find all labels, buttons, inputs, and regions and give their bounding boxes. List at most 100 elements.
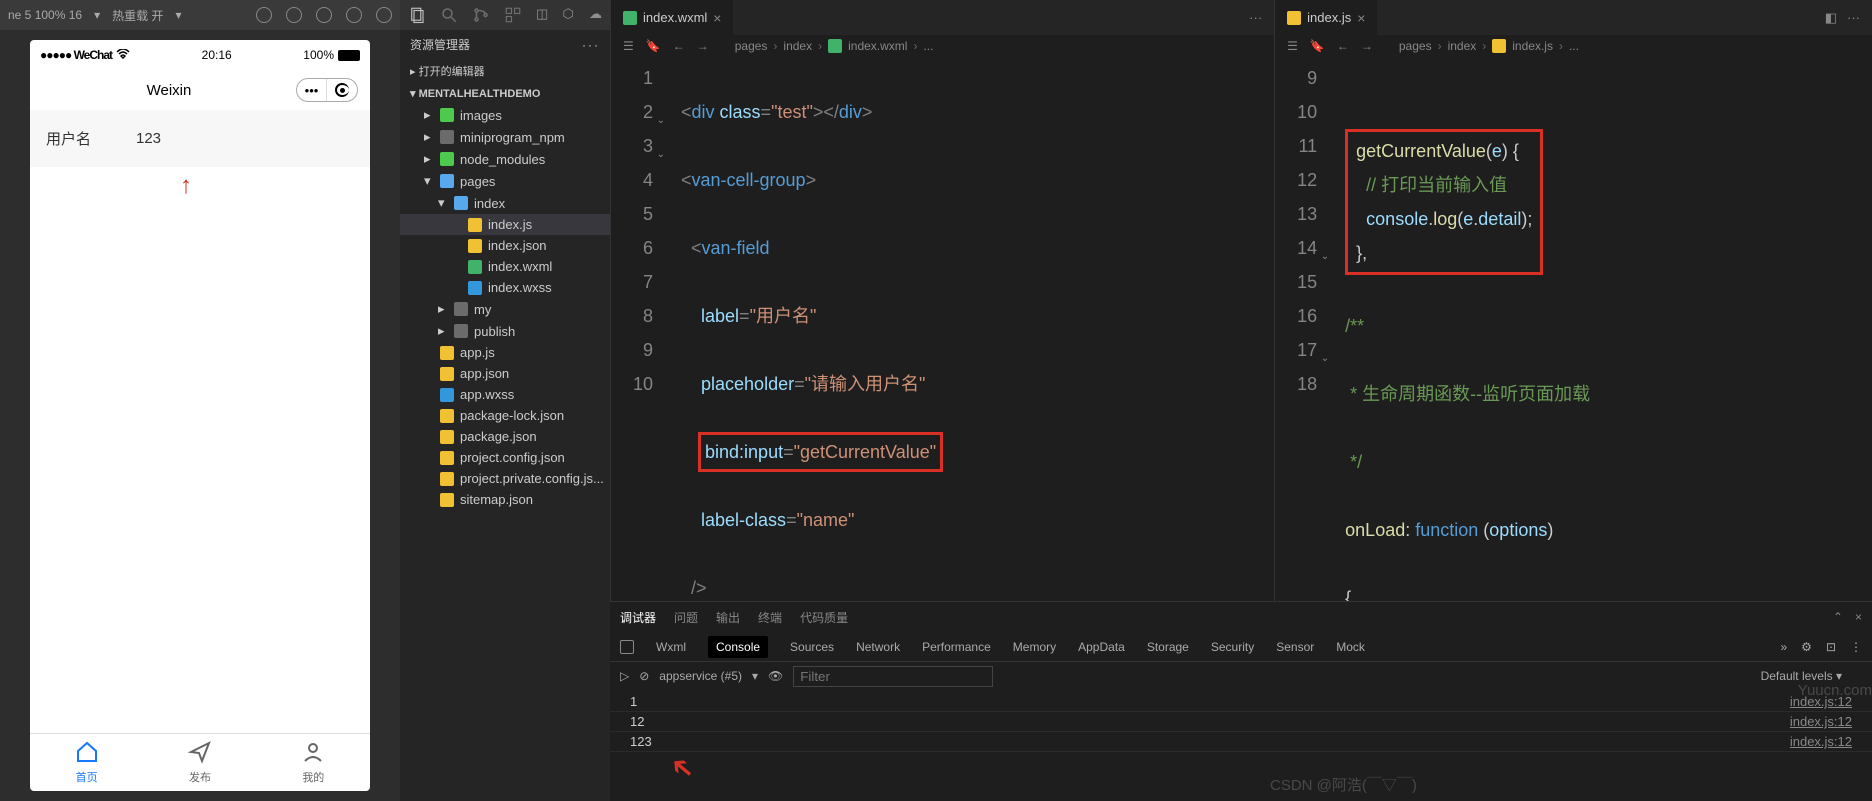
tree-item[interactable]: ▾pages (400, 170, 610, 192)
console-line[interactable]: 123 index.js:12 (610, 732, 1872, 752)
tree-item[interactable]: index.js (400, 214, 610, 235)
console-line[interactable]: 12index.js:12 (610, 712, 1872, 732)
toolbar-icon[interactable] (256, 7, 272, 23)
panel-tab-output[interactable]: 输出 (716, 609, 740, 626)
tab-index-wxml[interactable]: index.wxml × (611, 0, 733, 35)
code-area[interactable]: 12⌄3⌄45678910 <div class="test"></div> <… (611, 57, 1274, 601)
more-icon[interactable]: ··· (582, 38, 600, 52)
tree-item[interactable]: index.json (400, 235, 610, 256)
filter-input[interactable] (793, 666, 993, 687)
console-source-link[interactable]: index.js:12 (1790, 714, 1852, 729)
console-tab[interactable]: Security (1211, 640, 1254, 654)
close-icon[interactable]: × (1855, 610, 1862, 624)
console-tab[interactable]: Memory (1013, 640, 1056, 654)
tree-item[interactable]: ▸my (400, 298, 610, 320)
console-tab[interactable]: Network (856, 640, 900, 654)
back-icon[interactable]: ← (1337, 39, 1349, 53)
close-icon[interactable]: × (713, 10, 721, 26)
forward-icon[interactable]: → (1361, 39, 1373, 53)
context-select[interactable]: appservice (#5) (659, 669, 742, 683)
chevron-up-icon[interactable]: ⌃ (1833, 610, 1843, 624)
chevron-down-icon[interactable]: ▾ (752, 669, 758, 683)
console-tab[interactable]: Sources (790, 640, 834, 654)
panel-tab-problems[interactable]: 问题 (674, 609, 698, 626)
tree-item[interactable]: index.wxml (400, 256, 610, 277)
git-icon[interactable] (472, 6, 490, 24)
tab-home[interactable]: 首页 (30, 740, 143, 785)
panel-tab-debugger[interactable]: 调试器 (620, 609, 656, 626)
ext-icon[interactable]: ⬡ (563, 6, 576, 24)
back-icon[interactable]: ← (673, 39, 685, 53)
tree-item[interactable]: ▸node_modules (400, 148, 610, 170)
extensions-icon[interactable] (504, 6, 522, 24)
panel-tab-terminal[interactable]: 终端 (758, 609, 782, 626)
toolbar-icon[interactable] (346, 7, 362, 23)
toolbar-icon[interactable] (286, 7, 302, 23)
forward-icon[interactable]: → (697, 39, 709, 53)
tree-item[interactable]: sitemap.json (400, 489, 610, 510)
tree-item[interactable]: ▸miniprogram_npm (400, 126, 610, 148)
hot-reload-toggle[interactable]: 热重载 开 (112, 7, 163, 24)
console-tab[interactable]: Mock (1336, 640, 1365, 654)
target-icon[interactable] (327, 79, 357, 101)
close-icon[interactable]: × (1357, 10, 1365, 26)
inspect-icon[interactable] (620, 640, 634, 654)
tab-mine[interactable]: 我的 (257, 740, 370, 785)
dock-icon[interactable]: ⊡ (1826, 640, 1836, 654)
panel-tab-quality[interactable]: 代码质量 (800, 609, 848, 626)
toolbar-icon[interactable] (376, 7, 392, 23)
chevron-down-icon[interactable]: ▾ (175, 8, 181, 22)
tree-item[interactable]: ▾index (400, 192, 610, 214)
more-icon[interactable]: ··· (1249, 10, 1262, 25)
console-output[interactable]: 1index.js:1212index.js:12123index.js:12➔ (610, 690, 1872, 801)
tree-item[interactable]: ▸images (400, 104, 610, 126)
console-line[interactable]: 1index.js:12 (610, 692, 1872, 712)
list-icon[interactable]: ☰ (1287, 39, 1298, 53)
tree-item[interactable]: index.wxss (400, 277, 610, 298)
tree-item[interactable]: app.js (400, 342, 610, 363)
levels-select[interactable]: Default levels ▾ (1761, 669, 1842, 683)
tree-item[interactable]: package-lock.json (400, 405, 610, 426)
chevron-down-icon[interactable]: ▾ (94, 8, 100, 22)
capsule-menu[interactable]: ••• (296, 78, 358, 102)
tree-item[interactable]: ▸publish (400, 320, 610, 342)
tree-item[interactable]: package.json (400, 426, 610, 447)
console-tab[interactable]: Performance (922, 640, 991, 654)
gear-icon[interactable]: ⚙ (1801, 640, 1812, 654)
files-icon[interactable] (408, 6, 426, 24)
more-icon[interactable]: ⋮ (1850, 640, 1862, 654)
more-icon[interactable]: ••• (297, 79, 327, 101)
tree-item[interactable]: project.config.json (400, 447, 610, 468)
tree-item[interactable]: project.private.config.js... (400, 468, 610, 489)
code-area[interactable]: 91011121314⌄151617⌄18 getCurrentValue(e)… (1275, 57, 1872, 601)
console-msg: 123 (630, 734, 652, 749)
console-tab[interactable]: Wxml (656, 640, 686, 654)
console-tab[interactable]: Console (708, 636, 768, 658)
ext-icon[interactable]: ☁ (589, 6, 602, 24)
console-source-link[interactable]: index.js:12 (1790, 734, 1852, 749)
clear-icon[interactable]: ⊘ (639, 669, 649, 683)
play-icon[interactable]: ▷ (620, 669, 629, 683)
breadcrumb[interactable]: ☰ 🔖 ← → pages› index› index.js› ... (1275, 35, 1872, 57)
console-tab[interactable]: Sensor (1276, 640, 1314, 654)
eye-icon[interactable]: 👁 (768, 669, 783, 683)
console-tab[interactable]: Storage (1147, 640, 1189, 654)
username-field[interactable]: 用户名 123 (30, 110, 370, 167)
tree-item[interactable]: app.wxss (400, 384, 610, 405)
breadcrumb[interactable]: ☰ 🔖 ← → pages› index› index.wxml› ... (611, 35, 1274, 57)
tree-item[interactable]: app.json (400, 363, 610, 384)
bookmark-icon[interactable]: 🔖 (1310, 39, 1325, 53)
project-root[interactable]: ▾ MENTALHEALTHDEMO (400, 83, 610, 104)
list-icon[interactable]: ☰ (623, 39, 634, 53)
console-tab[interactable]: AppData (1078, 640, 1125, 654)
chevron-icon[interactable]: » (1780, 640, 1787, 654)
tab-publish[interactable]: 发布 (143, 740, 256, 785)
ext-icon[interactable]: ◫ (536, 6, 549, 24)
open-editors-section[interactable]: ▸ 打开的编辑器 (400, 59, 610, 83)
search-icon[interactable] (440, 6, 458, 24)
tab-index-js[interactable]: index.js × (1275, 0, 1377, 35)
split-icon[interactable]: ◧ (1825, 10, 1837, 26)
more-icon[interactable]: ··· (1847, 10, 1860, 26)
bookmark-icon[interactable]: 🔖 (646, 39, 661, 53)
toolbar-icon[interactable] (316, 7, 332, 23)
